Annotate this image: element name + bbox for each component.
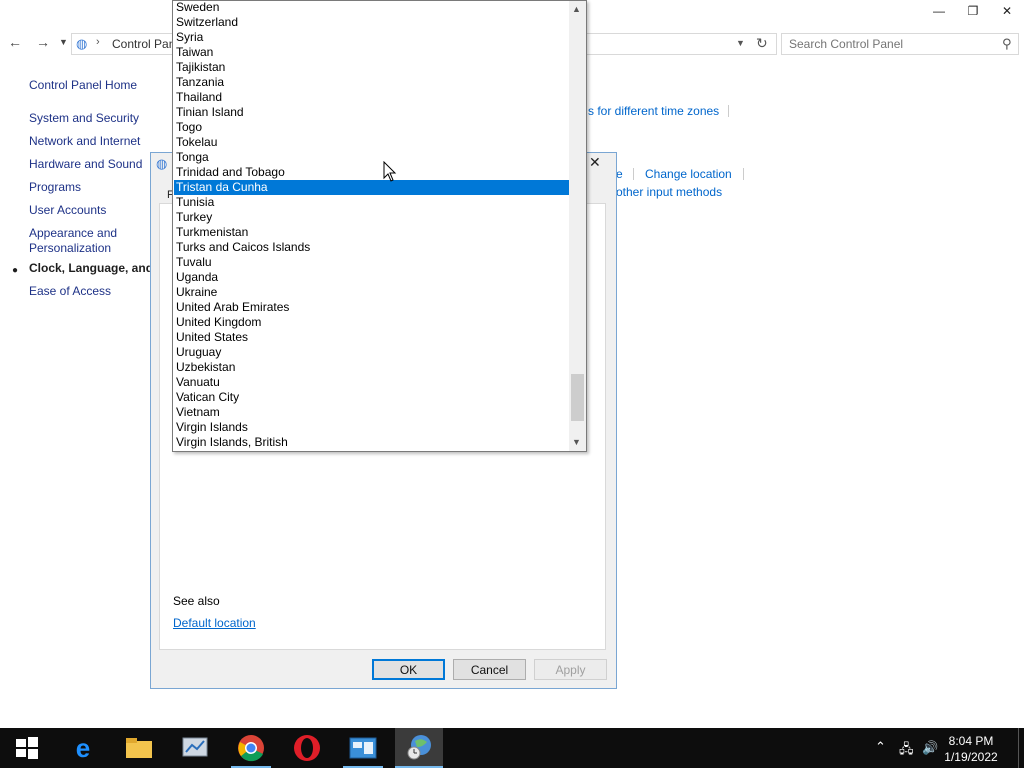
location-dropdown-list[interactable]: Sweden Switzerland Syria Taiwan Tajikistan Ta… [172,0,587,452]
opera-icon [294,735,320,761]
list-item[interactable]: Thailand [174,90,570,105]
network-icon[interactable]: 🖧 [899,740,914,762]
refresh-icon[interactable]: ↻ [756,35,768,52]
breadcrumb-separator-icon: › [96,36,100,48]
taskbar-file-explorer[interactable] [115,728,163,768]
input-methods-link[interactable]: other input methods [616,185,722,199]
list-item[interactable]: United States [174,330,570,345]
close-button[interactable]: ✕ [990,0,1024,22]
show-hidden-icons-icon[interactable]: ⌃ [875,739,886,755]
list-item[interactable]: Tanzania [174,75,570,90]
scrollbar-thumb[interactable] [571,374,584,421]
sidebar-item-system-security[interactable]: System and Security [29,111,139,125]
list-item[interactable]: Sweden [174,1,570,15]
list-item[interactable]: Uzbekistan [174,360,570,375]
list-item[interactable]: Turkmenistan [174,225,570,240]
list-item[interactable]: Tunisia [174,195,570,210]
minimize-button[interactable]: — [922,0,956,22]
address-dropdown-icon[interactable]: ▼ [736,38,745,48]
control-panel-icon: ◍ [76,36,88,51]
restore-button[interactable]: ❐ [956,0,990,22]
list-item[interactable]: Uruguay [174,345,570,360]
list-item[interactable]: Tajikistan [174,60,570,75]
list-item[interactable]: Trinidad and Tobago [174,165,570,180]
file-explorer-icon [126,738,152,758]
taskbar: e ⌃ 🖧 🔊 8:04 PM 1/19/2022 [0,728,1024,768]
link-divider [728,105,729,117]
edge-icon: e [75,732,91,763]
list-item[interactable]: Switzerland [174,15,570,30]
back-icon[interactable]: ← [8,34,22,50]
sidebar-item-user-accounts[interactable]: User Accounts [29,203,106,217]
list-item[interactable]: Turks and Caicos Islands [174,240,570,255]
list-item[interactable]: United Arab Emirates [174,300,570,315]
taskbar-server-manager[interactable] [171,728,219,768]
region-icon [407,735,431,760]
clock-date: 1/19/2022 [944,750,998,764]
taskbar-edge[interactable]: e [59,728,107,768]
list-item[interactable]: Uganda [174,270,570,285]
taskbar-clock[interactable]: 8:04 PM 1/19/2022 [936,733,1006,765]
sidebar-item-hardware-sound[interactable]: Hardware and Sound [29,157,142,171]
list-item[interactable]: United Kingdom [174,315,570,330]
list-item[interactable]: Tonga [174,150,570,165]
sidebar-item-network-internet[interactable]: Network and Internet [29,134,140,148]
mouse-cursor-icon [383,161,397,182]
active-bullet-icon: ● [12,265,19,276]
list-item[interactable]: Ukraine [174,285,570,300]
control-panel-icon [349,737,377,759]
dropdown-scrollbar[interactable]: ▲ ▼ [569,1,586,451]
recent-locations-icon[interactable]: ▼ [59,37,68,47]
chrome-icon [238,735,264,762]
default-location-link[interactable]: Default location [173,616,256,630]
forward-icon[interactable]: → [36,34,50,50]
list-item[interactable]: Virgin Islands [174,420,570,435]
start-icon [16,737,38,759]
control-panel-home-link[interactable]: Control Panel Home [29,78,137,92]
list-item[interactable]: Tokelau [174,135,570,150]
taskbar-control-panel[interactable] [339,728,387,768]
list-item[interactable]: Vanuatu [174,375,570,390]
time-zones-link[interactable]: s for different time zones [588,104,719,118]
list-item[interactable]: Vietnam [174,405,570,420]
region-icon: ◍ [156,156,168,171]
show-desktop-button[interactable] [1018,728,1019,768]
sidebar-item-programs[interactable]: Programs [29,180,81,194]
server-manager-icon [182,737,208,757]
selected-list-item[interactable]: Tristan da Cunha [174,180,570,195]
sidebar-item-ease-of-access[interactable]: Ease of Access [29,284,111,298]
apply-button: Apply [534,659,607,680]
taskbar-chrome[interactable] [227,728,275,768]
taskbar-opera[interactable] [283,728,331,768]
change-location-link[interactable]: Change location [645,167,732,181]
clock-time: 8:04 PM [948,734,994,748]
list-item[interactable]: Virgin Islands, British [174,435,570,450]
see-also-heading: See also [173,594,220,608]
search-icon[interactable]: ⚲ [1002,36,1012,52]
list-item[interactable]: Turkey [174,210,570,225]
link-divider [743,168,744,180]
search-box[interactable]: ⚲ [781,33,1019,55]
list-item[interactable]: Taiwan [174,45,570,60]
list-item[interactable]: Syria [174,30,570,45]
cancel-button[interactable]: Cancel [453,659,526,680]
partial-link[interactable]: e [616,167,623,181]
list-item[interactable]: Vatican City [174,390,570,405]
list-item[interactable]: Togo [174,120,570,135]
dialog-close-button[interactable]: ✕ [589,154,601,171]
taskbar-region[interactable] [395,728,443,768]
ok-button[interactable]: OK [372,659,445,680]
link-divider [633,168,634,180]
start-button[interactable] [3,728,51,768]
scroll-up-icon[interactable]: ▲ [572,4,581,14]
list-item[interactable]: Tuvalu [174,255,570,270]
sidebar-item-clock-language[interactable]: Clock, Language, and R [29,261,165,275]
sidebar-item-appearance[interactable]: Appearance and [29,226,117,240]
sidebar-item-personalization[interactable]: Personalization [29,241,111,255]
scroll-down-icon[interactable]: ▼ [572,437,581,447]
search-input[interactable] [789,37,999,51]
list-item[interactable]: Tinian Island [174,105,570,120]
